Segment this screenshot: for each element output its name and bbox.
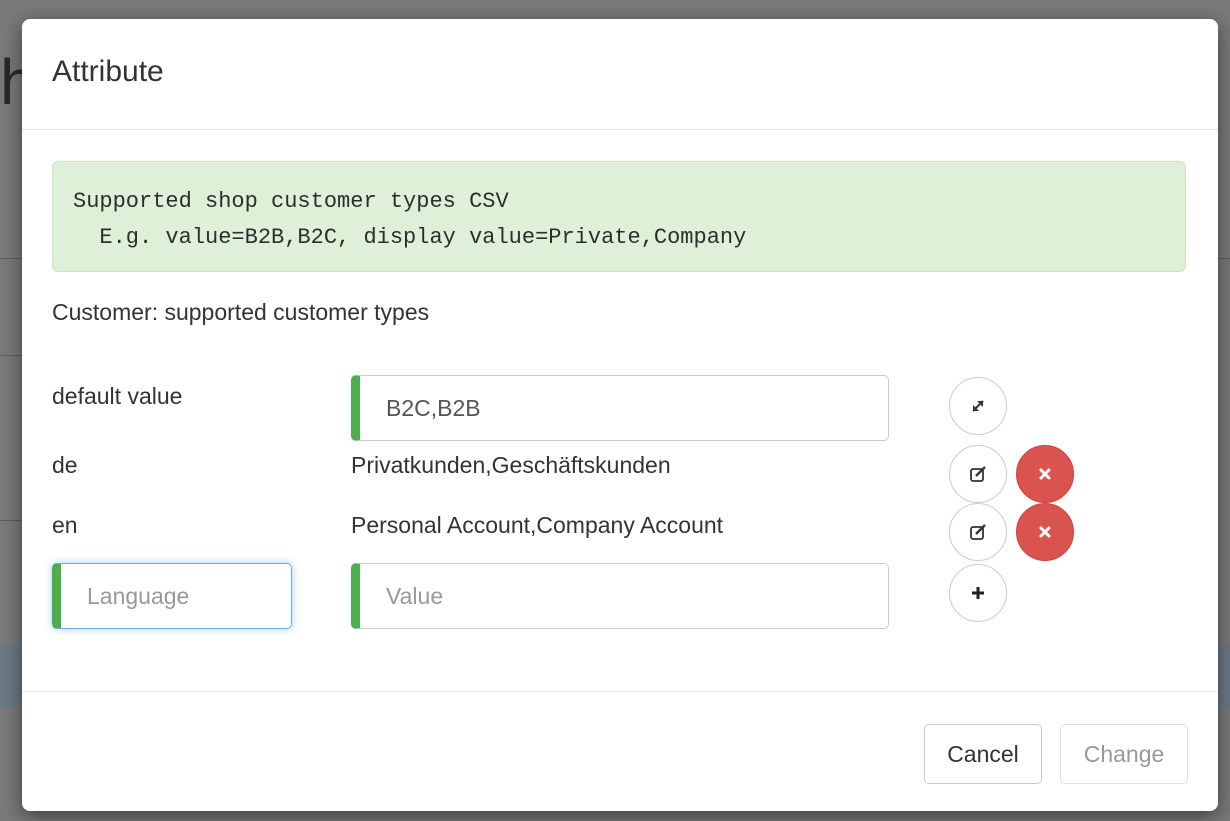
background-divider [0, 520, 22, 521]
remove-button-de[interactable] [1016, 445, 1074, 503]
cancel-button[interactable]: Cancel [924, 724, 1042, 784]
default-value-input[interactable] [351, 375, 889, 441]
background-divider [1218, 258, 1230, 259]
expand-icon [969, 397, 987, 415]
info-line-1: Supported shop customer types CSV [73, 189, 509, 214]
remove-icon [1038, 525, 1052, 539]
edit-icon [968, 464, 988, 484]
row-value-en: Personal Account,Company Account [351, 512, 724, 538]
row-label-default-value: default value [52, 383, 183, 409]
modal-header: Attribute [22, 19, 1218, 130]
language-input[interactable] [52, 563, 292, 629]
edit-button-en[interactable] [949, 503, 1007, 561]
change-button[interactable]: Change [1060, 724, 1188, 784]
info-line-2: E.g. value=B2B,B2C, display value=Privat… [73, 225, 747, 250]
info-text: Supported shop customer types CSV E.g. v… [73, 184, 746, 256]
row-label-de: de [52, 452, 78, 478]
attribute-description: Customer: supported customer types [52, 299, 430, 325]
attribute-modal: Attribute Supported shop customer types … [22, 19, 1218, 811]
edit-icon [968, 522, 988, 542]
info-alert: Supported shop customer types CSV E.g. v… [52, 161, 1186, 272]
plus-icon [970, 585, 986, 601]
edit-button-de[interactable] [949, 445, 1007, 503]
value-input[interactable] [351, 563, 889, 629]
add-button[interactable] [949, 564, 1007, 622]
background-divider [0, 355, 22, 356]
remove-icon [1038, 467, 1052, 481]
background-table-row [0, 645, 22, 707]
expand-button[interactable] [949, 377, 1007, 435]
row-value-de: Privatkunden,Geschäftskunden [351, 452, 671, 478]
modal-footer: Cancel Change [22, 691, 1218, 811]
remove-button-en[interactable] [1016, 503, 1074, 561]
background-divider [0, 258, 22, 259]
background-table-row [1218, 645, 1230, 707]
modal-title: Attribute [52, 55, 164, 88]
row-label-en: en [52, 512, 78, 538]
